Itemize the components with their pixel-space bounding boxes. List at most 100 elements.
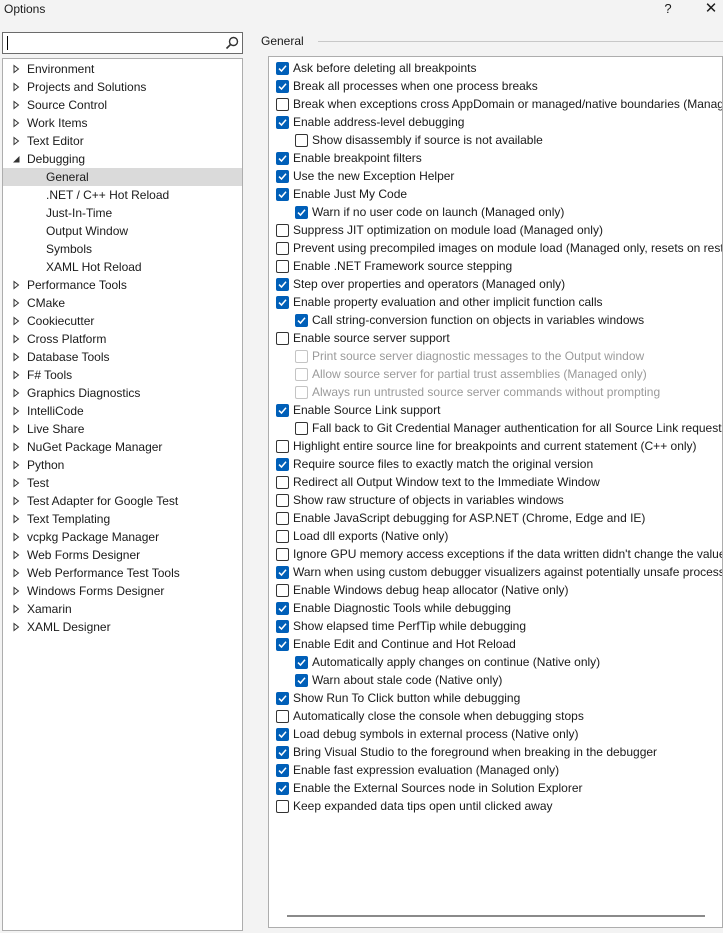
- tree-item[interactable]: Symbols: [3, 240, 242, 258]
- option-checkbox[interactable]: [276, 494, 289, 507]
- option-checkbox[interactable]: [276, 80, 289, 93]
- option-checkbox[interactable]: [295, 314, 308, 327]
- collapsed-arrow-icon[interactable]: [12, 316, 21, 326]
- option-checkbox[interactable]: [276, 440, 289, 453]
- option-checkbox[interactable]: [276, 692, 289, 705]
- collapsed-arrow-icon[interactable]: [12, 514, 21, 524]
- option-checkbox[interactable]: [276, 620, 289, 633]
- option-checkbox[interactable]: [276, 332, 289, 345]
- tree-item[interactable]: Debugging: [3, 150, 242, 168]
- option-checkbox[interactable]: [276, 602, 289, 615]
- tree-item[interactable]: Text Templating: [3, 510, 242, 528]
- tree-item[interactable]: IntelliCode: [3, 402, 242, 420]
- tree-item[interactable]: Work Items: [3, 114, 242, 132]
- search-icon[interactable]: [224, 35, 240, 51]
- collapsed-arrow-icon[interactable]: [12, 334, 21, 344]
- tree-item[interactable]: Cookiecutter: [3, 312, 242, 330]
- option-checkbox[interactable]: [276, 476, 289, 489]
- tree-item[interactable]: Environment: [3, 60, 242, 78]
- option-checkbox[interactable]: [276, 116, 289, 129]
- option-checkbox[interactable]: [276, 548, 289, 561]
- option-checkbox[interactable]: [276, 98, 289, 111]
- option-checkbox[interactable]: [276, 170, 289, 183]
- option-checkbox[interactable]: [276, 458, 289, 471]
- tree-item[interactable]: Performance Tools: [3, 276, 242, 294]
- tree-item[interactable]: Output Window: [3, 222, 242, 240]
- tree-item[interactable]: XAML Designer: [3, 618, 242, 636]
- option-checkbox[interactable]: [276, 764, 289, 777]
- tree-item[interactable]: Test Adapter for Google Test: [3, 492, 242, 510]
- collapsed-arrow-icon[interactable]: [12, 298, 21, 308]
- collapsed-arrow-icon[interactable]: [12, 568, 21, 578]
- tree-item[interactable]: .NET / C++ Hot Reload: [3, 186, 242, 204]
- tree-item[interactable]: XAML Hot Reload: [3, 258, 242, 276]
- tree-item[interactable]: vcpkg Package Manager: [3, 528, 242, 546]
- search-input[interactable]: [7, 35, 219, 51]
- collapsed-arrow-icon[interactable]: [12, 460, 21, 470]
- option-checkbox[interactable]: [276, 746, 289, 759]
- option-checkbox[interactable]: [276, 800, 289, 813]
- collapsed-arrow-icon[interactable]: [12, 352, 21, 362]
- search-box[interactable]: [2, 32, 243, 54]
- horizontal-scrollbar[interactable]: [287, 915, 705, 917]
- tree-item[interactable]: Graphics Diagnostics: [3, 384, 242, 402]
- tree-item[interactable]: Database Tools: [3, 348, 242, 366]
- collapsed-arrow-icon[interactable]: [12, 442, 21, 452]
- collapsed-arrow-icon[interactable]: [12, 496, 21, 506]
- option-checkbox[interactable]: [295, 674, 308, 687]
- tree-item[interactable]: Text Editor: [3, 132, 242, 150]
- option-checkbox[interactable]: [276, 782, 289, 795]
- collapsed-arrow-icon[interactable]: [12, 388, 21, 398]
- tree-item[interactable]: Test: [3, 474, 242, 492]
- tree-item[interactable]: Windows Forms Designer: [3, 582, 242, 600]
- option-checkbox[interactable]: [276, 530, 289, 543]
- collapsed-arrow-icon[interactable]: [12, 478, 21, 488]
- tree-item[interactable]: Just-In-Time: [3, 204, 242, 222]
- option-checkbox[interactable]: [276, 188, 289, 201]
- collapsed-arrow-icon[interactable]: [12, 100, 21, 110]
- collapsed-arrow-icon[interactable]: [12, 532, 21, 542]
- close-button[interactable]: ✕: [700, 0, 722, 20]
- tree-item[interactable]: CMake: [3, 294, 242, 312]
- option-checkbox[interactable]: [295, 656, 308, 669]
- option-checkbox[interactable]: [276, 638, 289, 651]
- option-checkbox[interactable]: [276, 584, 289, 597]
- help-button[interactable]: ?: [660, 0, 676, 20]
- option-checkbox[interactable]: [276, 224, 289, 237]
- expanded-arrow-icon[interactable]: [12, 154, 21, 164]
- option-checkbox[interactable]: [276, 512, 289, 525]
- tree-item[interactable]: General: [3, 168, 242, 186]
- tree-item[interactable]: Web Forms Designer: [3, 546, 242, 564]
- option-checkbox[interactable]: [276, 404, 289, 417]
- option-checkbox[interactable]: [295, 206, 308, 219]
- collapsed-arrow-icon[interactable]: [12, 118, 21, 128]
- option-checkbox[interactable]: [276, 296, 289, 309]
- tree-item[interactable]: Cross Platform: [3, 330, 242, 348]
- tree-item[interactable]: Projects and Solutions: [3, 78, 242, 96]
- option-checkbox[interactable]: [295, 422, 308, 435]
- tree-item[interactable]: Live Share: [3, 420, 242, 438]
- collapsed-arrow-icon[interactable]: [12, 622, 21, 632]
- collapsed-arrow-icon[interactable]: [12, 136, 21, 146]
- tree-item[interactable]: F# Tools: [3, 366, 242, 384]
- option-checkbox[interactable]: [276, 260, 289, 273]
- tree-item[interactable]: Python: [3, 456, 242, 474]
- collapsed-arrow-icon[interactable]: [12, 586, 21, 596]
- option-checkbox[interactable]: [276, 152, 289, 165]
- tree-item[interactable]: Xamarin: [3, 600, 242, 618]
- collapsed-arrow-icon[interactable]: [12, 550, 21, 560]
- tree-item[interactable]: Source Control: [3, 96, 242, 114]
- option-checkbox[interactable]: [276, 278, 289, 291]
- option-checkbox[interactable]: [276, 242, 289, 255]
- collapsed-arrow-icon[interactable]: [12, 82, 21, 92]
- option-checkbox[interactable]: [276, 710, 289, 723]
- tree-item[interactable]: NuGet Package Manager: [3, 438, 242, 456]
- option-checkbox[interactable]: [276, 728, 289, 741]
- option-checkbox[interactable]: [276, 566, 289, 579]
- collapsed-arrow-icon[interactable]: [12, 64, 21, 74]
- option-checkbox[interactable]: [295, 134, 308, 147]
- collapsed-arrow-icon[interactable]: [12, 424, 21, 434]
- collapsed-arrow-icon[interactable]: [12, 604, 21, 614]
- collapsed-arrow-icon[interactable]: [12, 370, 21, 380]
- option-checkbox[interactable]: [276, 62, 289, 75]
